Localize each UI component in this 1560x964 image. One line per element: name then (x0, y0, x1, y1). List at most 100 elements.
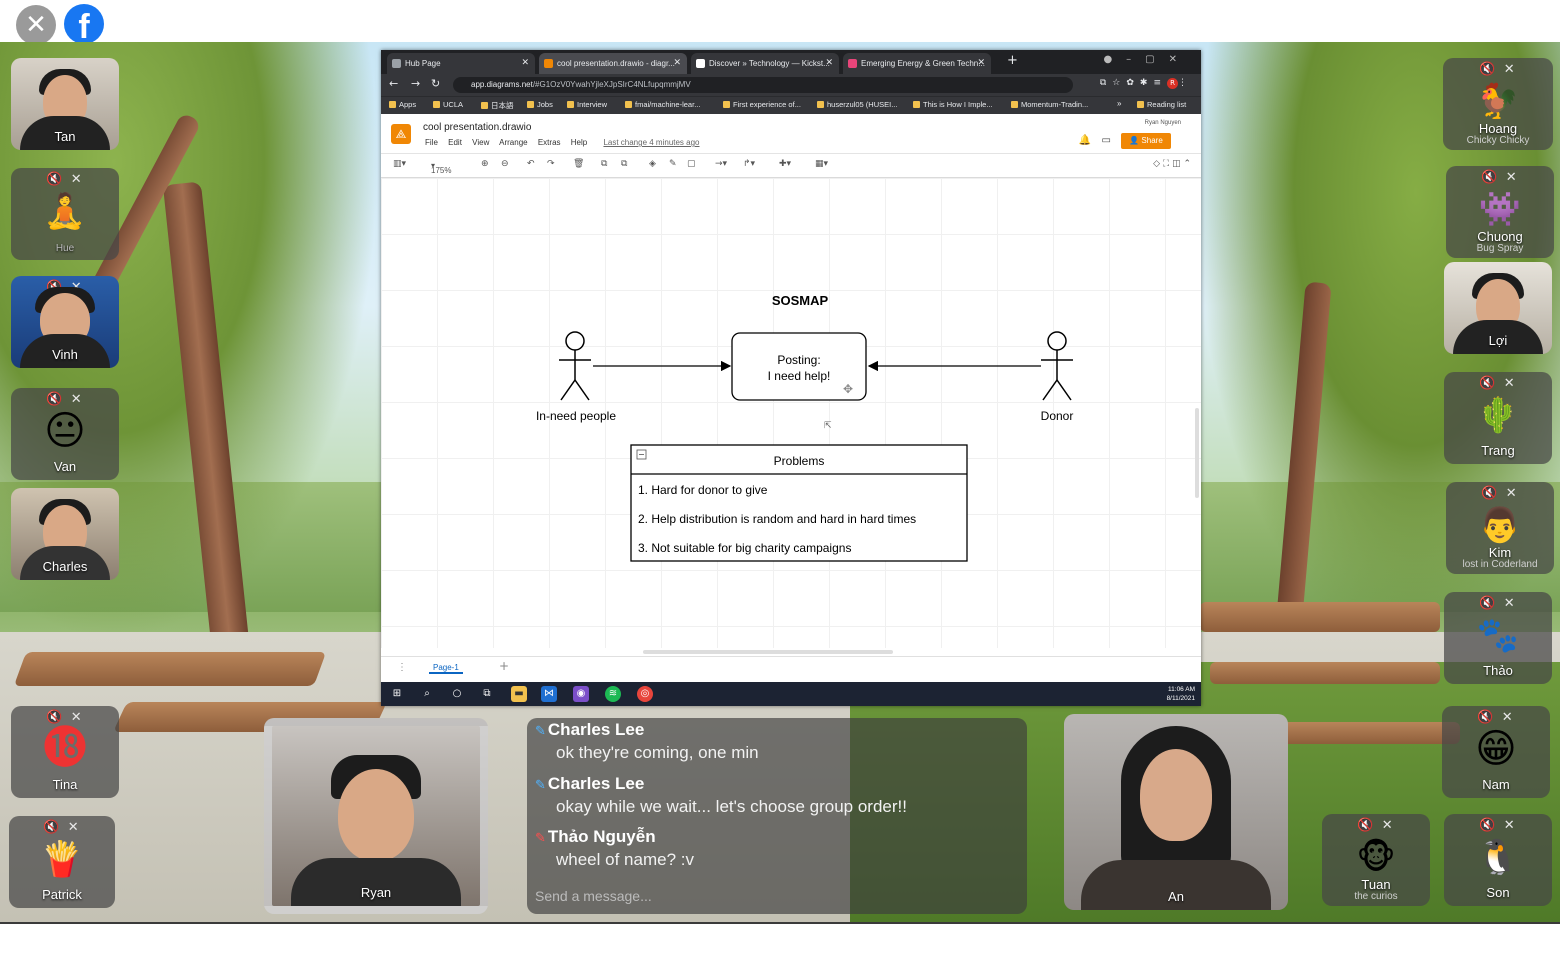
search-icon[interactable]: ⌕ (419, 686, 435, 702)
reload-icon[interactable]: ↻ (431, 77, 440, 90)
bookmark[interactable]: Interview (567, 100, 607, 109)
fill-color-icon[interactable]: ◈ (649, 159, 656, 169)
insert-icon[interactable]: ✚▾ (779, 159, 791, 169)
delete-icon[interactable]: 🗑 (573, 159, 584, 169)
menu-file[interactable]: File (425, 138, 438, 147)
to-front-icon[interactable]: ⧉ (601, 159, 607, 169)
task-view-icon[interactable]: ⧉ (479, 686, 495, 702)
table-row[interactable]: 2. Help distribution is random and hard … (638, 512, 916, 526)
share-button[interactable]: 👤 Share (1121, 133, 1171, 149)
participant-tile[interactable]: 🔇 ✕ 🐵 Tuan the curios (1322, 814, 1430, 906)
menu-view[interactable]: View (472, 138, 489, 147)
move-handle-icon[interactable]: ✥ (843, 382, 853, 396)
forward-icon[interactable]: → (411, 77, 420, 90)
browser-tab[interactable]: cool presentation.drawio - diagr... ✕ (539, 53, 687, 74)
to-back-icon[interactable]: ⧉ (621, 159, 627, 169)
add-page-icon[interactable]: + (499, 659, 509, 673)
zoom-level[interactable]: 175% ▾ (431, 161, 451, 175)
bookmark[interactable]: This is How I Imple... (913, 100, 993, 109)
menu-arrange[interactable]: Arrange (499, 138, 527, 147)
close-tab-icon[interactable]: ✕ (977, 53, 985, 74)
close-icon[interactable]: ✕ (16, 5, 56, 45)
participant-tile[interactable]: 🔇 ✕ 🐾 Thảo (1444, 592, 1552, 684)
format-panel-icon[interactable]: ▥▾ (393, 159, 406, 169)
screen-share[interactable]: Hub Page ✕ cool presentation.drawio - dia… (381, 50, 1201, 706)
participant-tile[interactable]: 🔇 ✕ ⓲ Tina (11, 706, 119, 798)
participant-tile[interactable]: 🔇 ✕ 🐓 Hoang Chicky Chicky (1443, 58, 1553, 150)
pages-menu-icon[interactable]: ⋮ (397, 662, 407, 673)
participant-tile[interactable]: Tan (11, 58, 119, 150)
app-icon[interactable]: ◉ (573, 686, 589, 702)
spotify-icon[interactable]: ≋ (605, 686, 621, 702)
shadow-icon[interactable]: ▢ (687, 159, 696, 169)
new-tab-button[interactable]: + (1007, 53, 1018, 68)
video-tile-ryan[interactable]: Ryan (264, 718, 488, 914)
participant-tile[interactable]: 🔇 ✕ 🌵 Trang (1444, 372, 1552, 464)
close-tab-icon[interactable]: ✕ (673, 53, 681, 74)
table-row[interactable]: 1. Hard for donor to give (638, 483, 768, 497)
profile-icon[interactable]: R (1167, 78, 1178, 89)
menu-extras[interactable]: Extras (538, 138, 561, 147)
bookmark[interactable]: UCLA (433, 100, 463, 109)
zoom-out-icon[interactable]: ⊖ (501, 159, 509, 169)
participant-tile[interactable]: 🔇 ✕ 😐 Van (11, 388, 119, 480)
browser-tab[interactable]: Emerging Energy & Green Techn... ✕ (843, 53, 991, 74)
participant-tile[interactable]: 🔇 ✕ 👾 Chuong Bug Spray (1446, 166, 1554, 258)
diagram-title[interactable]: SOSMAP (772, 293, 829, 308)
file-explorer-icon[interactable]: ▬ (511, 686, 527, 702)
actor-donor[interactable] (1041, 331, 1073, 401)
document-title[interactable]: cool presentation.drawio (423, 122, 531, 133)
participant-tile[interactable]: 🔇 ✕ Vinh (11, 276, 119, 368)
extension-icons[interactable]: ⧉☆✿✱≡ R ⋮ (1100, 78, 1193, 89)
participant-tile[interactable]: 🔇 ✕ 👨 Kim lost in Coderland (1446, 482, 1554, 574)
tab-page-1[interactable]: Page-1 (429, 663, 463, 674)
actor-in-need-people[interactable] (559, 331, 591, 401)
waypoints-icon[interactable]: ↱▾ (743, 159, 755, 169)
table-row[interactable]: 3. Not suitable for big charity campaign… (638, 541, 851, 555)
back-icon[interactable]: ← (389, 77, 398, 90)
chat-input[interactable]: Send a message... (535, 888, 652, 904)
participant-tile[interactable]: Charles (11, 488, 119, 580)
reading-list[interactable]: Reading list (1137, 100, 1186, 109)
participant-tile[interactable]: 🔇 ✕ 😁 Nam (1442, 706, 1550, 798)
video-tile-an[interactable]: An (1064, 714, 1288, 910)
comment-icon[interactable]: ▭ (1102, 135, 1111, 146)
bookmark[interactable]: First experience of... (723, 100, 801, 109)
more-bookmarks[interactable]: » (1117, 99, 1121, 108)
browser-tab[interactable]: Hub Page ✕ (387, 53, 535, 74)
bell-icon[interactable]: 🔔 (1079, 135, 1091, 146)
window-controls[interactable]: ●–▢✕ (1103, 54, 1191, 65)
chrome-icon[interactable]: ◎ (637, 686, 653, 702)
bookmark[interactable]: Jobs (527, 100, 553, 109)
participant-tile[interactable]: 🔇 ✕ 🐧 Son (1444, 814, 1552, 906)
bookmark[interactable]: 日本語 (481, 100, 514, 111)
close-tab-icon[interactable]: ✕ (521, 53, 529, 74)
menu-edit[interactable]: Edit (448, 138, 462, 147)
connection-icon[interactable]: →▾ (715, 159, 727, 169)
bookmark[interactable]: Momentum-Tradin... (1011, 100, 1088, 109)
participant-tile[interactable]: 🔇 ✕ 🧘 Hue (11, 168, 119, 260)
bookmark[interactable]: huserzul05 (HUSEI... (817, 100, 897, 109)
diagram-svg[interactable]: SOSMAP In-need people Donor Posting: I n… (381, 178, 1201, 648)
participant-tile[interactable]: Lợi (1444, 262, 1552, 354)
undo-icon[interactable]: ↶ (527, 159, 535, 169)
bookmark[interactable]: fmai/machine-lear... (625, 100, 700, 109)
diagram-canvas[interactable]: SOSMAP In-need people Donor Posting: I n… (381, 178, 1201, 648)
table-icon[interactable]: ▦▾ (815, 159, 828, 169)
windows-start-icon[interactable]: ⊞ (389, 686, 405, 702)
close-tab-icon[interactable]: ✕ (825, 53, 833, 74)
line-color-icon[interactable]: ✎ (669, 159, 677, 169)
browser-tab[interactable]: Discover » Technology — Kickst... ✕ (691, 53, 839, 74)
zoom-in-icon[interactable]: ⊕ (481, 159, 489, 169)
url-input[interactable]: app.diagrams.net/#G1OzV0YwahYjleXJpSIrC4… (453, 77, 1073, 93)
cortana-icon[interactable]: ○ (449, 686, 465, 702)
last-change-link[interactable]: Last change 4 minutes ago (603, 138, 699, 147)
participant-tile[interactable]: 🔇 ✕ 🍟 Patrick (9, 816, 115, 908)
vertical-scrollbar[interactable] (1195, 408, 1199, 498)
redo-icon[interactable]: ↷ (547, 159, 555, 169)
bookmark[interactable]: Apps (389, 100, 416, 109)
horizontal-scrollbar[interactable] (643, 650, 893, 654)
vscode-icon[interactable]: ⋈ (541, 686, 557, 702)
menu-help[interactable]: Help (571, 138, 587, 147)
fullscreen-icon[interactable]: ◇ ⛶ ◫ ⌃ (1153, 159, 1191, 169)
